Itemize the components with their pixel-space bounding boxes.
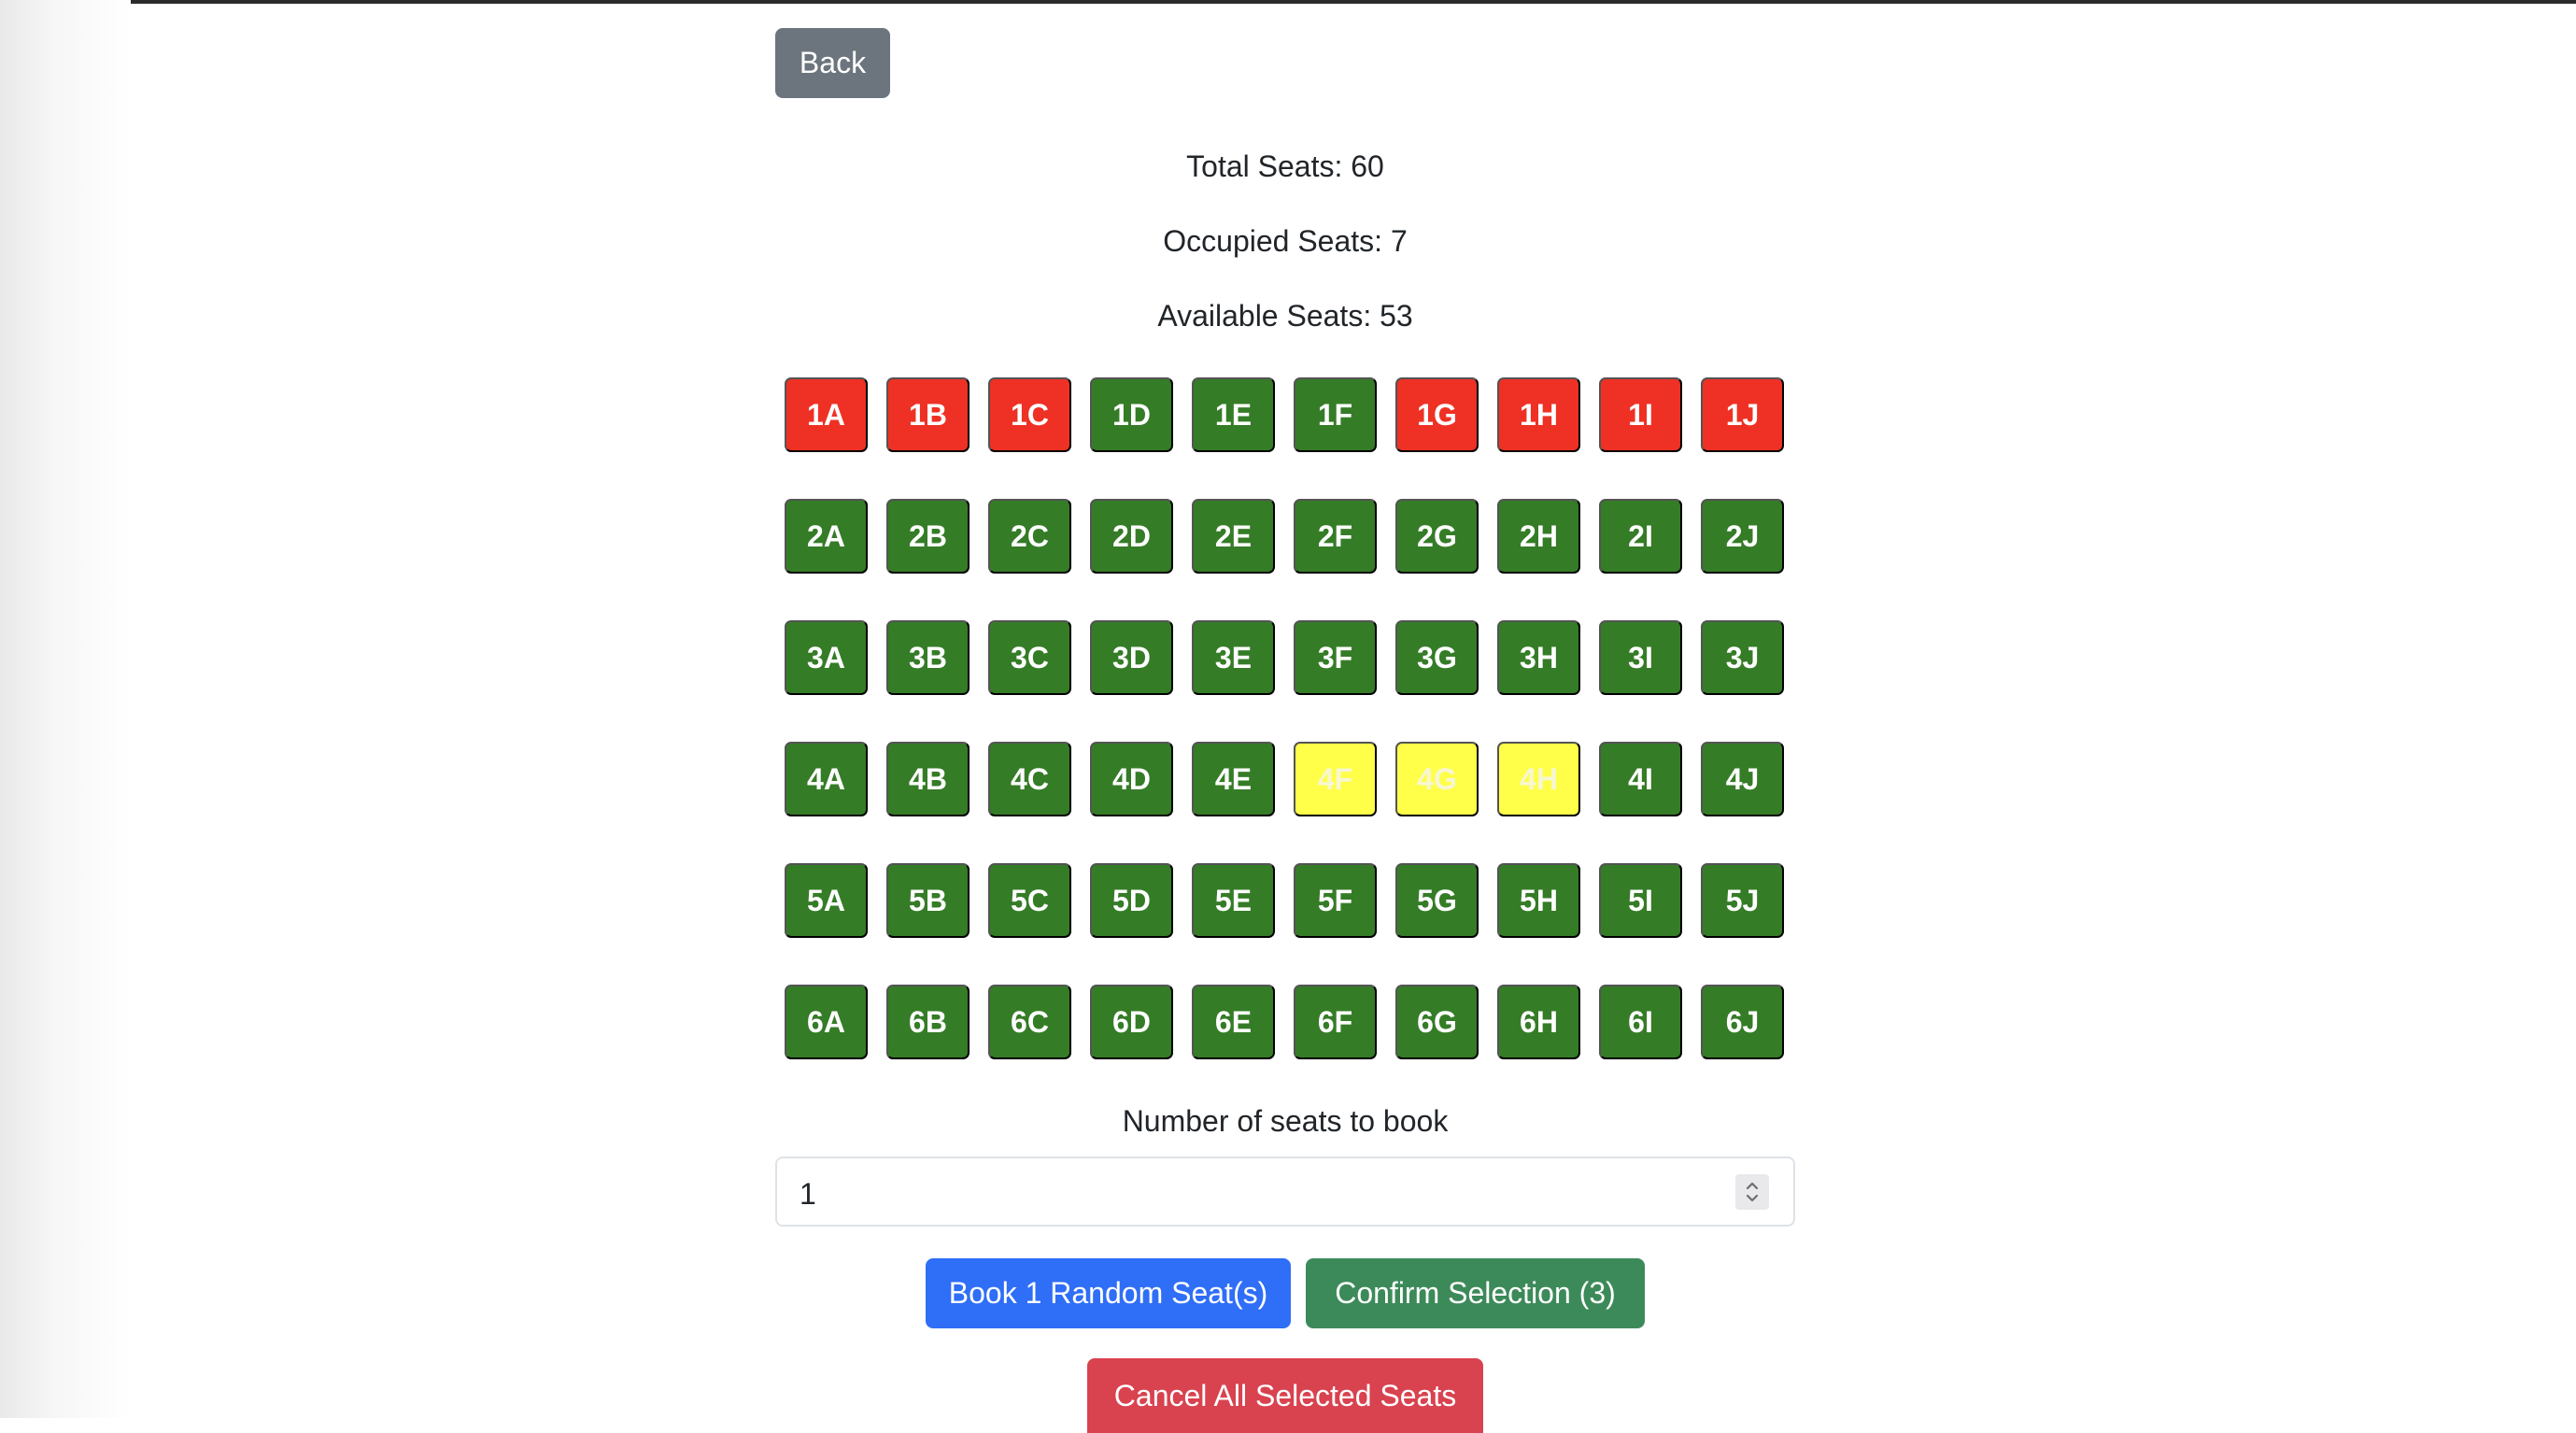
occupied-seats-text: Occupied Seats: 7 — [1163, 224, 1408, 258]
seat-4j[interactable]: 4J — [1701, 742, 1784, 816]
seat-booking-panel: Back Total Seats: 60 Occupied Seats: 7 A… — [775, 0, 1795, 1433]
seat-4f[interactable]: 4F — [1294, 742, 1377, 816]
seat-row: 1A 1B 1C 1D 1E 1F 1G 1H 1I 1J — [785, 377, 1795, 452]
seat-5c[interactable]: 5C — [988, 863, 1071, 938]
seat-1h[interactable]: 1H — [1497, 377, 1580, 452]
cancel-selected-seats-button[interactable]: Cancel All Selected Seats — [1087, 1358, 1483, 1433]
seat-3d[interactable]: 3D — [1090, 620, 1173, 695]
seat-1b[interactable]: 1B — [886, 377, 970, 452]
seat-1e[interactable]: 1E — [1192, 377, 1275, 452]
seat-3j[interactable]: 3J — [1701, 620, 1784, 695]
seat-6c[interactable]: 6C — [988, 985, 1071, 1059]
seat-5e[interactable]: 5E — [1192, 863, 1275, 938]
book-random-seats-button[interactable]: Book 1 Random Seat(s) — [926, 1258, 1291, 1328]
seat-row: 6A 6B 6C 6D 6E 6F 6G 6H 6I 6J — [785, 985, 1795, 1059]
seat-3c[interactable]: 3C — [988, 620, 1071, 695]
seat-6f[interactable]: 6F — [1294, 985, 1377, 1059]
seat-row: 3A 3B 3C 3D 3E 3F 3G 3H 3I 3J — [785, 620, 1795, 695]
seat-2b[interactable]: 2B — [886, 499, 970, 574]
seat-4e[interactable]: 4E — [1192, 742, 1275, 816]
seat-4c[interactable]: 4C — [988, 742, 1071, 816]
seat-1i[interactable]: 1I — [1599, 377, 1682, 452]
seat-2j[interactable]: 2J — [1701, 499, 1784, 574]
seat-6b[interactable]: 6B — [886, 985, 970, 1059]
seat-1a[interactable]: 1A — [785, 377, 868, 452]
seat-3f[interactable]: 3F — [1294, 620, 1377, 695]
seat-2e[interactable]: 2E — [1192, 499, 1275, 574]
seat-3a[interactable]: 3A — [785, 620, 868, 695]
seat-grid: 1A 1B 1C 1D 1E 1F 1G 1H 1I 1J 2A 2B 2C 2D 2E 2F 2G 2H 2I 2J… — [785, 377, 1795, 1106]
seat-5i[interactable]: 5I — [1599, 863, 1682, 938]
updown-chevron-icon[interactable] — [1735, 1174, 1769, 1210]
available-seats-text: Available Seats: 53 — [1157, 299, 1413, 333]
seat-2i[interactable]: 2I — [1599, 499, 1682, 574]
seat-6a[interactable]: 6A — [785, 985, 868, 1059]
seat-count-label: Number of seats to book — [1122, 1104, 1449, 1138]
seat-3g[interactable]: 3G — [1395, 620, 1479, 695]
seat-count-input[interactable]: 1 — [775, 1156, 1795, 1227]
seat-1g[interactable]: 1G — [1395, 377, 1479, 452]
seat-2c[interactable]: 2C — [988, 499, 1071, 574]
seat-4h[interactable]: 4H — [1497, 742, 1580, 816]
seat-5d[interactable]: 5D — [1090, 863, 1173, 938]
seat-6e[interactable]: 6E — [1192, 985, 1275, 1059]
seat-2h[interactable]: 2H — [1497, 499, 1580, 574]
seat-count-value[interactable]: 1 — [800, 1175, 816, 1213]
seat-6j[interactable]: 6J — [1701, 985, 1784, 1059]
seat-3e[interactable]: 3E — [1192, 620, 1275, 695]
seat-4b[interactable]: 4B — [886, 742, 970, 816]
seat-6h[interactable]: 6H — [1497, 985, 1580, 1059]
seat-row: 4A 4B 4C 4D 4E 4F 4G 4H 4I 4J — [785, 742, 1795, 816]
seat-5a[interactable]: 5A — [785, 863, 868, 938]
seat-2f[interactable]: 2F — [1294, 499, 1377, 574]
seat-4g[interactable]: 4G — [1395, 742, 1479, 816]
seat-1d[interactable]: 1D — [1090, 377, 1173, 452]
seat-4a[interactable]: 4A — [785, 742, 868, 816]
seat-6i[interactable]: 6I — [1599, 985, 1682, 1059]
seat-1j[interactable]: 1J — [1701, 377, 1784, 452]
seat-row: 2A 2B 2C 2D 2E 2F 2G 2H 2I 2J — [785, 499, 1795, 574]
seat-5j[interactable]: 5J — [1701, 863, 1784, 938]
seat-row: 5A 5B 5C 5D 5E 5F 5G 5H 5I 5J — [785, 863, 1795, 938]
seat-5h[interactable]: 5H — [1497, 863, 1580, 938]
total-seats-text: Total Seats: 60 — [1186, 149, 1384, 183]
seat-1f[interactable]: 1F — [1294, 377, 1377, 452]
seat-4i[interactable]: 4I — [1599, 742, 1682, 816]
seat-3i[interactable]: 3I — [1599, 620, 1682, 695]
seat-5b[interactable]: 5B — [886, 863, 970, 938]
seat-5f[interactable]: 5F — [1294, 863, 1377, 938]
seat-4d[interactable]: 4D — [1090, 742, 1173, 816]
confirm-selection-button[interactable]: Confirm Selection (3) — [1306, 1258, 1645, 1328]
seat-2g[interactable]: 2G — [1395, 499, 1479, 574]
seat-2d[interactable]: 2D — [1090, 499, 1173, 574]
seat-2a[interactable]: 2A — [785, 499, 868, 574]
seat-6d[interactable]: 6D — [1090, 985, 1173, 1059]
seat-1c[interactable]: 1C — [988, 377, 1071, 452]
seat-3b[interactable]: 3B — [886, 620, 970, 695]
left-edge-shadow — [0, 0, 131, 1418]
seat-6g[interactable]: 6G — [1395, 985, 1479, 1059]
seat-5g[interactable]: 5G — [1395, 863, 1479, 938]
back-button[interactable]: Back — [775, 28, 890, 98]
seat-3h[interactable]: 3H — [1497, 620, 1580, 695]
